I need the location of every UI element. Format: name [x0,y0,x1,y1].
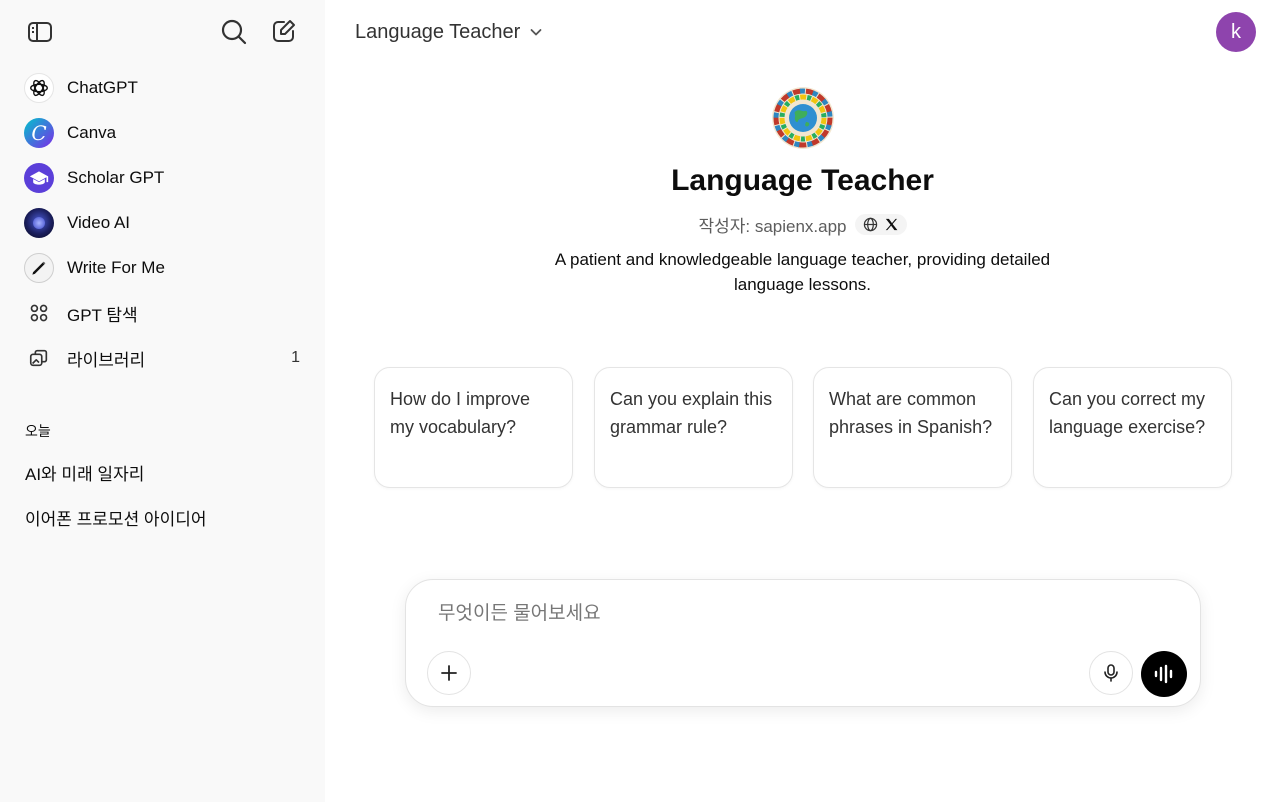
gpt-description: A patient and knowledgeable language tea… [554,250,1051,294]
sidebar-item-write-for-me[interactable]: Write For Me [12,248,312,288]
sidebar: ChatGPT C Canva Scholar GPT Video AI Wri… [0,0,325,802]
sidebar-item-label: Scholar GPT [67,168,165,187]
sidebar-item-chatgpt[interactable]: ChatGPT [12,68,312,108]
sidebar-item-library[interactable]: 라이브러리 1 [12,338,312,378]
sidebar-item-label: Video AI [67,213,131,232]
author-text: 작성자: sapienx.app [698,217,847,236]
gpt-byline: 작성자: sapienx.app [325,212,1280,237]
x-logo-icon[interactable] [884,217,899,232]
sidebar-item-scholar-gpt[interactable]: Scholar GPT [12,158,312,198]
search-icon [221,19,247,45]
gpt-logo-icon [772,87,834,149]
model-name: Language Teacher [355,20,521,43]
sidebar-header [0,0,325,64]
history-item[interactable]: AI와 미래 일자리 [12,454,312,490]
history-section-today: 오늘 [25,423,51,439]
microphone-icon [1104,664,1118,682]
suggestion-card[interactable]: Can you explain this grammar rule? [594,367,793,488]
sidebar-item-label: Write For Me [67,258,165,277]
scholar-cap-icon [24,163,54,193]
search-button[interactable] [216,14,252,50]
pen-icon [24,253,54,283]
sidebar-toggle-icon [28,22,52,42]
sidebar-item-explore-gpts[interactable]: GPT 탐색 [12,293,312,333]
grid-icon [24,298,54,328]
history-item[interactable]: 이어폰 프로모션 아이디어 [12,499,312,535]
chatgpt-logo-icon [24,73,54,103]
main-area: Language Teacher k Language Teacher 작성자:… [325,0,1280,802]
sidebar-item-label: 라이브러리 [67,350,146,370]
video-ai-icon [24,208,54,238]
new-chat-button[interactable] [266,13,302,49]
waveform-icon [1154,664,1173,684]
attach-button[interactable] [427,651,471,695]
suggestion-card[interactable]: How do I improve my vocabulary? [374,367,573,488]
user-avatar[interactable]: k [1216,12,1256,52]
sidebar-item-label: Canva [67,123,117,142]
dictate-button[interactable] [1089,651,1133,695]
canva-logo-icon: C [24,118,54,148]
sidebar-item-video-ai[interactable]: Video AI [12,203,312,243]
message-composer [405,579,1201,707]
sidebar-item-label: GPT 탐색 [67,305,138,325]
voice-mode-button[interactable] [1141,651,1187,697]
globe-icon[interactable] [863,217,878,232]
library-count: 1 [291,349,300,366]
model-selector[interactable]: Language Teacher [343,14,556,50]
sidebar-item-canva[interactable]: C Canva [12,113,312,153]
author-links [854,214,907,235]
suggestion-card[interactable]: Can you correct my language exercise? [1033,367,1232,488]
library-icon [24,343,54,373]
sidebar-item-label: ChatGPT [67,78,138,97]
plus-icon [441,665,457,681]
sidebar-toggle-button[interactable] [22,14,58,50]
edit-icon [273,20,295,42]
suggestion-card[interactable]: What are common phrases in Spanish? [813,367,1012,488]
avatar-letter: k [1231,20,1241,43]
message-input[interactable] [438,600,1038,628]
chevron-down-icon [528,24,544,40]
gpt-title: Language Teacher [671,164,934,197]
